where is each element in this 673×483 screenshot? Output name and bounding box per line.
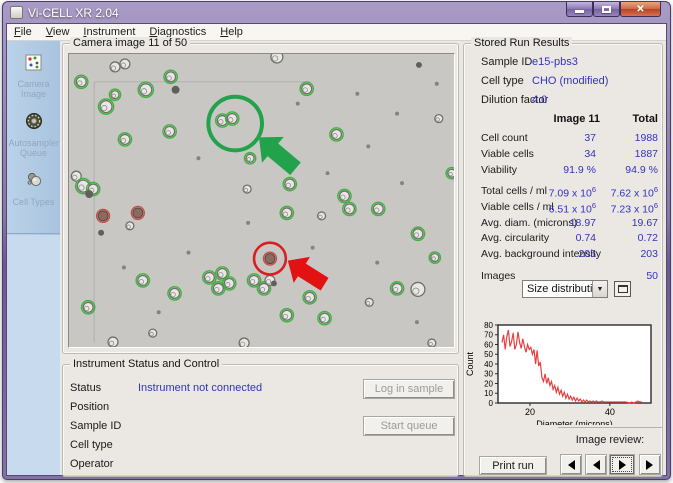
svg-text:80: 80 — [484, 321, 493, 330]
sidebar-item-autosampler-queue[interactable]: Autosampler Queue — [9, 112, 59, 158]
sidebar-item-label: Cell Types — [12, 197, 55, 207]
last-icon — [646, 459, 653, 470]
sidebar-item-cell-types[interactable]: Cell Types — [9, 171, 59, 207]
minimize-button[interactable] — [566, 2, 593, 17]
svg-text:50: 50 — [484, 350, 493, 359]
result-row-label: Viability — [481, 164, 517, 176]
app-window: Vi-CELL XR 2.04 ✕ File View Instrument Diag… — [2, 1, 671, 480]
log-in-sample-button[interactable]: Log in sample — [363, 379, 455, 399]
result-info-value: 4.0 — [532, 94, 548, 106]
previous-icon — [592, 459, 600, 470]
camera-panel-title: Camera image 11 of 50 — [70, 37, 191, 49]
next-icon — [618, 459, 626, 470]
svg-text:40: 40 — [605, 407, 615, 417]
result-row-image-value: 34 — [584, 148, 596, 160]
instrument-panel-title: Instrument Status and Control — [70, 358, 223, 370]
result-row-total-value: 1887 — [634, 148, 658, 160]
last-image-button[interactable] — [639, 454, 661, 475]
result-row-image-value: 91.9 % — [563, 164, 596, 176]
result-info-label: Sample ID — [481, 56, 533, 68]
window-title: Vi-CELL XR 2.04 — [28, 5, 119, 20]
result-row-total-value: 94.9 % — [625, 164, 658, 176]
plot-type-value: Size distribution — [527, 283, 592, 295]
menu-file[interactable]: File — [7, 25, 39, 39]
result-info-value: CHO (modified) — [532, 75, 609, 87]
size-distribution-chart: 0102030405060708020 40CountDiameter (micr… — [465, 321, 652, 425]
result-row-total-value: 1988 — [634, 132, 658, 144]
popout-chart-button[interactable] — [614, 281, 631, 297]
image-review-label: Image review: — [575, 434, 645, 446]
sidebar-lower-panel — [7, 235, 60, 475]
instrument-status-panel: Instrument Status and Control Status Inst… — [62, 358, 459, 477]
svg-text:Diameter (microns): Diameter (microns) — [536, 419, 613, 425]
instrument-field-value: Instrument not connected — [138, 382, 263, 394]
first-image-button[interactable] — [560, 454, 582, 475]
instrument-field-label: Position — [70, 401, 110, 413]
result-row-total-value: 19.67 — [631, 217, 658, 229]
chevron-down-icon[interactable]: ▼ — [592, 281, 607, 297]
minimize-icon — [575, 10, 584, 13]
next-image-button[interactable] — [609, 454, 635, 475]
result-row-image-value: 0.74 — [575, 232, 596, 244]
result-row-total-value: 203 — [640, 248, 658, 260]
svg-text:70: 70 — [484, 331, 493, 340]
result-row-image-value: 7.09 x 106 — [548, 185, 596, 200]
close-icon: ✕ — [636, 3, 645, 15]
previous-image-button[interactable] — [585, 454, 607, 475]
maximize-button[interactable] — [593, 2, 620, 17]
app-icon — [10, 6, 23, 19]
result-row-image-value: 6.51 x 106 — [548, 201, 596, 216]
camera-image-icon — [25, 54, 42, 76]
sidebar-item-label: Autosampler Queue — [8, 138, 60, 158]
svg-text:20: 20 — [484, 379, 493, 388]
print-run-button[interactable]: Print run — [479, 456, 547, 475]
instrument-field-label: Status — [70, 382, 102, 394]
result-row-total-value: 50 — [646, 270, 658, 282]
start-queue-button[interactable]: Start queue — [363, 416, 455, 436]
instrument-field-label: Sample ID — [70, 420, 122, 432]
menu-help[interactable]: Help — [213, 25, 250, 39]
svg-text:60: 60 — [484, 340, 493, 349]
svg-text:40: 40 — [484, 360, 493, 369]
content-area: Camera Image Autosampler Queue Cell Types … — [7, 37, 666, 478]
microscopy-image — [69, 50, 459, 349]
window-controls: ✕ — [566, 2, 661, 17]
svg-text:30: 30 — [484, 370, 493, 379]
result-row-label: Images — [481, 270, 516, 282]
svg-text:Count: Count — [465, 352, 475, 377]
svg-text:10: 10 — [484, 389, 493, 398]
svg-text:0: 0 — [489, 399, 494, 408]
sidebar-item-label: Camera Image — [17, 79, 50, 99]
svg-text:20: 20 — [525, 407, 535, 417]
sidebar-items: Camera Image Autosampler Queue Cell Types — [7, 41, 60, 234]
result-row-label: Cell count — [481, 132, 528, 144]
camera-image[interactable] — [68, 50, 459, 349]
result-row-total-value: 0.72 — [637, 232, 658, 244]
sidebar-item-camera-image[interactable]: Camera Image — [9, 54, 59, 99]
instrument-field-label: Cell type — [70, 439, 113, 451]
column-header-image: Image 11 — [553, 113, 600, 125]
stored-run-results-panel: Stored Run Results Sample ID e15-pbs3 Cell… — [463, 37, 663, 478]
titlebar[interactable]: Vi-CELL XR 2.04 ✕ — [3, 2, 670, 23]
client-area: File View Instrument Diagnostics Help Camera… — [6, 23, 667, 478]
close-button[interactable]: ✕ — [620, 2, 661, 17]
maximize-icon — [602, 5, 611, 13]
cell-types-icon — [25, 171, 43, 194]
image-review-group: Image review: — [558, 427, 662, 478]
column-header-total: Total — [632, 113, 658, 125]
result-row-total-value: 7.23 x 106 — [610, 201, 658, 216]
instrument-field-label: Operator — [70, 458, 114, 470]
plot-type-select[interactable]: Size distribution ▼ — [522, 280, 608, 298]
result-info-label: Cell type — [481, 75, 524, 87]
popout-window-icon — [617, 285, 628, 293]
result-row-image-value: 205 — [578, 248, 596, 260]
result-info-value: e15-pbs3 — [532, 56, 578, 68]
camera-image-panel: Camera image 11 of 50 — [62, 37, 459, 354]
stored-results-title: Stored Run Results — [471, 37, 573, 49]
autosampler-queue-icon — [25, 112, 43, 135]
result-row-total-value: 7.62 x 106 — [610, 185, 658, 200]
result-row-image-value: 18.97 — [569, 217, 596, 229]
sidebar: Camera Image Autosampler Queue Cell Types — [7, 41, 60, 475]
result-row-image-value: 37 — [584, 132, 596, 144]
